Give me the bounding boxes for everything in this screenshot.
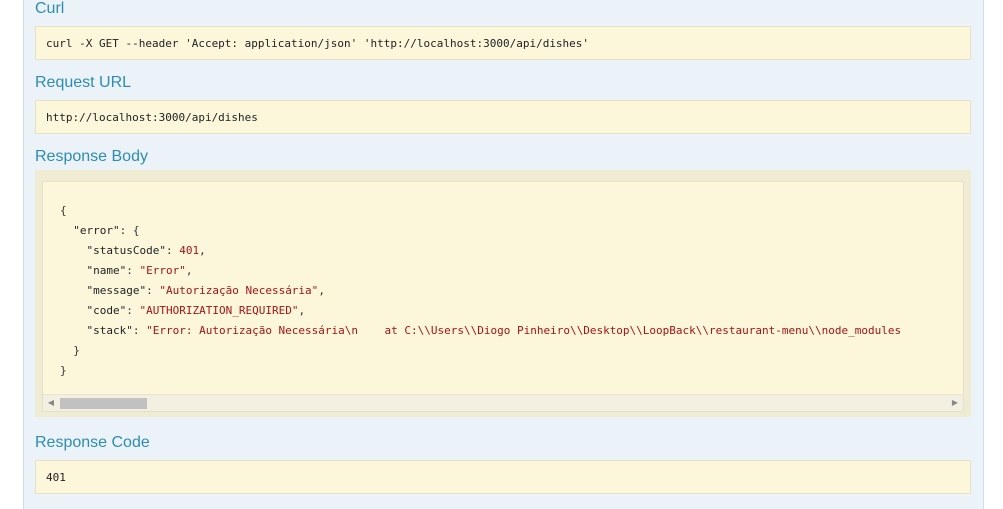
response-json: { "error": { "statusCode": 401, "name": … — [60, 204, 902, 377]
json-key: "name" — [86, 264, 127, 277]
json-key: "stack" — [86, 324, 133, 337]
json-value: 401 — [179, 244, 200, 257]
json-key-error: "error" — [73, 224, 120, 237]
response-body-container: { "error": { "statusCode": 401, "name": … — [35, 170, 971, 417]
horizontal-scrollbar[interactable]: ◀ ▶ — [43, 394, 963, 411]
json-key: "message" — [86, 284, 147, 297]
json-value: "Error: Autorização Necessária\n at C:\\… — [146, 324, 902, 337]
json-value: "Error" — [139, 264, 186, 277]
scrollbar-thumb[interactable] — [60, 398, 147, 409]
response-panel: Curl curl -X GET --header 'Accept: appli… — [23, 0, 984, 509]
arrow-left-icon[interactable]: ◀ — [46, 398, 56, 408]
json-open-brace: { — [60, 204, 67, 217]
response-body-code[interactable]: { "error": { "statusCode": 401, "name": … — [42, 181, 964, 412]
json-key: "code" — [86, 304, 127, 317]
json-sep: , — [298, 304, 306, 317]
json-key: "statusCode" — [86, 244, 166, 257]
curl-command[interactable]: curl -X GET --header 'Accept: applicatio… — [35, 26, 971, 60]
json-value: "AUTHORIZATION_REQUIRED" — [139, 304, 299, 317]
arrow-right-icon[interactable]: ▶ — [950, 398, 960, 408]
json-sep: , — [185, 264, 193, 277]
request-url-value[interactable]: http://localhost:3000/api/dishes — [35, 100, 971, 134]
response-code-heading: Response Code — [35, 434, 150, 451]
curl-heading: Curl — [35, 0, 65, 17]
json-sep: , — [199, 244, 206, 257]
response-body-heading: Response Body — [35, 148, 148, 165]
json-sep: , — [318, 284, 325, 297]
request-url-heading: Request URL — [35, 74, 132, 91]
response-code-value[interactable]: 401 — [35, 460, 971, 494]
json-value: "Autorização Necessária" — [159, 284, 319, 297]
json-outer-close: } — [60, 364, 67, 377]
json-error-open: : { — [119, 224, 140, 237]
json-inner-close: } — [73, 344, 80, 357]
